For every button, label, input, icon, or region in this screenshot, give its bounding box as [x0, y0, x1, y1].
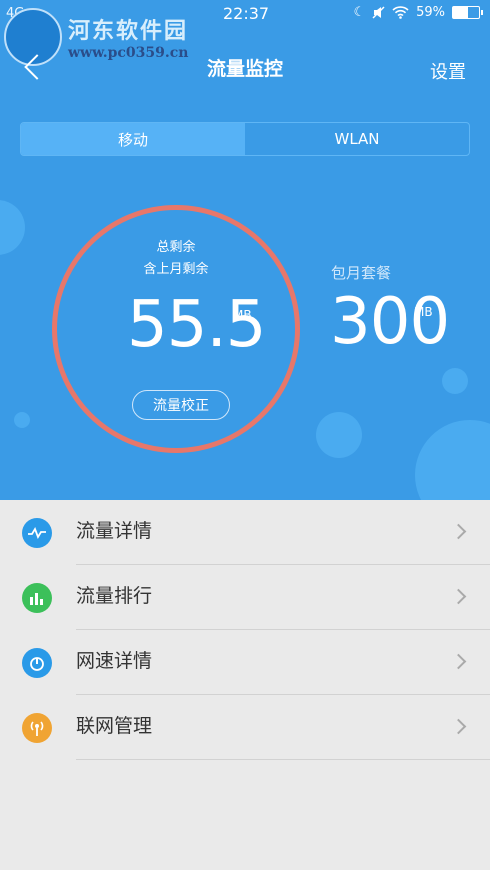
battery-icon — [452, 6, 483, 19]
remaining-sublabel: 含上月剩余 — [143, 262, 209, 277]
decor-bubble — [415, 420, 490, 500]
status-icons: ☾ 59% — [353, 5, 483, 20]
menu-list: 流量详情 流量排行 网速详情 联网管理 — [0, 500, 490, 760]
plan-label: 包月套餐 — [331, 264, 392, 282]
wifi-icon — [392, 6, 409, 19]
network-tabs: 移动 WLAN — [20, 122, 470, 156]
plan-value: 300 — [330, 285, 450, 359]
decor-bubble — [14, 412, 30, 428]
watermark-title: 河东软件园 — [68, 18, 189, 44]
menu-item-label: 网速详情 — [76, 650, 153, 672]
remaining-unit: MB — [233, 308, 252, 322]
chevron-right-icon — [450, 718, 467, 735]
menu-item-label: 联网管理 — [76, 715, 153, 737]
bar-chart-icon — [22, 583, 52, 613]
remaining-label: 总剩余 — [156, 240, 196, 255]
status-time: 22:37 — [223, 4, 270, 23]
calibrate-button[interactable]: 流量校正 — [132, 390, 230, 420]
settings-button[interactable]: 设置 — [430, 58, 466, 84]
tab-wlan[interactable]: WLAN — [245, 123, 469, 155]
menu-item-speed-details[interactable]: 网速详情 — [0, 630, 490, 695]
tab-mobile[interactable]: 移动 — [21, 123, 245, 155]
battery-percent: 59% — [416, 5, 445, 20]
menu-item-label: 流量详情 — [76, 520, 153, 542]
header-panel: 4G 22:37 ☾ 59% 河东软件园 www.pc0359.cn 流量监控 … — [0, 0, 490, 500]
page-title: 流量监控 — [206, 58, 283, 80]
mute-icon — [372, 6, 385, 19]
decor-bubble — [442, 368, 468, 394]
remaining-value: 55.5 — [127, 288, 266, 362]
plan-unit: MB — [414, 305, 433, 319]
menu-item-label: 流量排行 — [76, 585, 153, 607]
menu-item-traffic-ranking[interactable]: 流量排行 — [0, 565, 490, 630]
chevron-right-icon — [450, 653, 467, 670]
menu-item-traffic-details[interactable]: 流量详情 — [0, 500, 490, 565]
wave-icon — [22, 518, 52, 548]
moon-icon: ☾ — [353, 5, 366, 20]
antenna-icon — [22, 713, 52, 743]
remaining-ring: 总剩余 含上月剩余 55.5 MB 流量校正 — [52, 205, 300, 453]
chevron-right-icon — [450, 523, 467, 540]
divider — [76, 759, 490, 760]
decor-bubble — [0, 200, 25, 255]
chevron-right-icon — [450, 588, 467, 605]
menu-item-network-management[interactable]: 联网管理 — [0, 695, 490, 760]
decor-bubble — [316, 412, 362, 458]
gauge-icon — [22, 648, 52, 678]
